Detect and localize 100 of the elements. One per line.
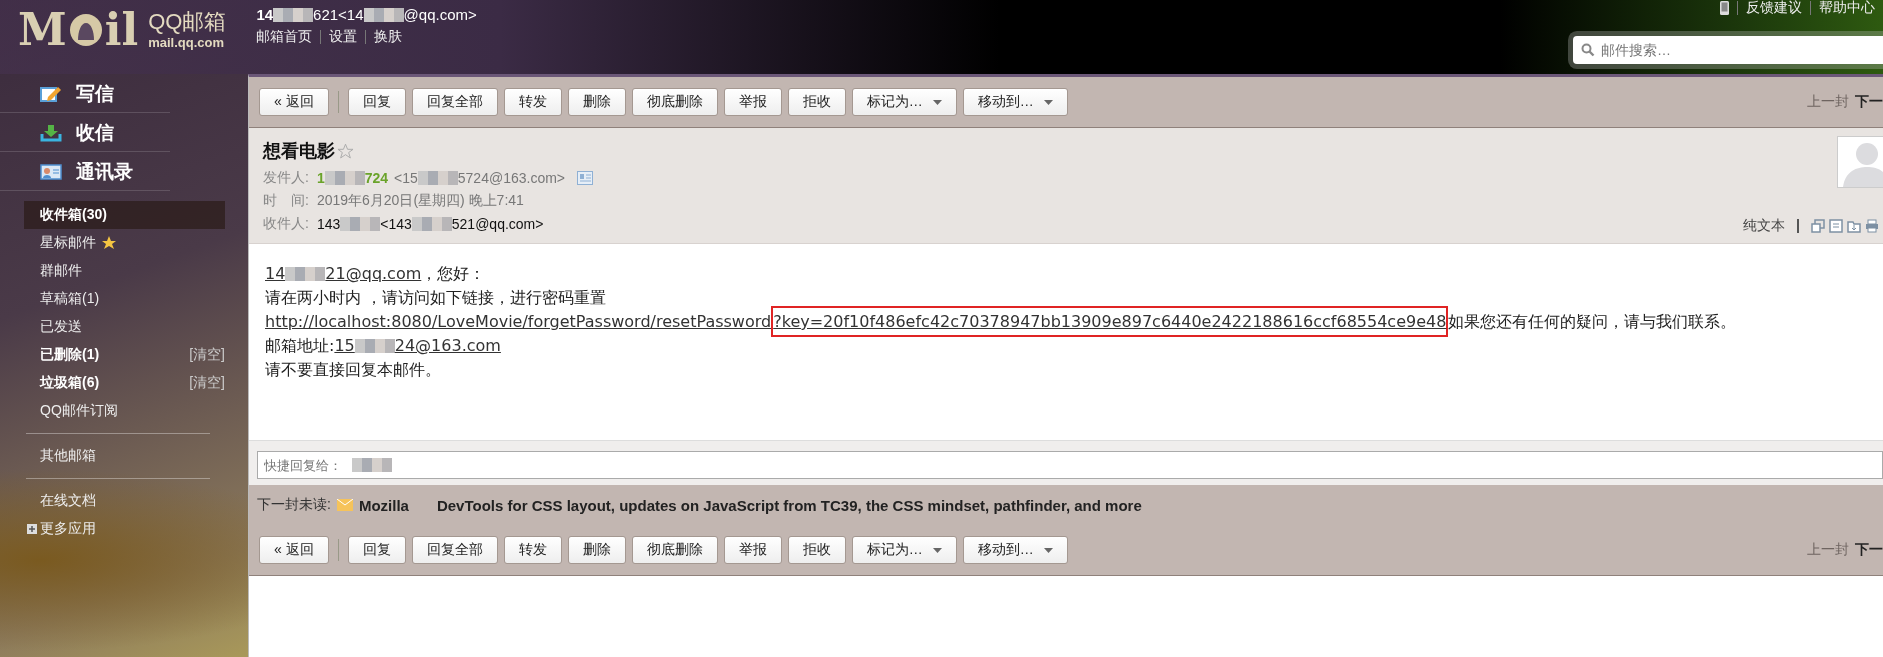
folder-item[interactable]: 其他邮箱 — [0, 442, 225, 470]
app-item[interactable]: 在线文档 — [0, 487, 225, 515]
email-link-text: 24@163.com — [394, 335, 501, 357]
plain-text-link[interactable]: 纯文本 — [1743, 217, 1785, 235]
back-button[interactable]: « 返回 — [259, 536, 329, 564]
clear-link[interactable]: [清空] — [189, 374, 225, 392]
sender-address: <15 — [394, 169, 418, 186]
app-item[interactable]: 更多应用 — [0, 515, 225, 543]
body-text: 请不要直接回复本邮件。 — [265, 359, 441, 381]
email-link[interactable]: 15 24@163.com — [334, 334, 501, 358]
dropdown-button[interactable]: 移动到… — [962, 536, 1068, 564]
toolbar-button[interactable]: 举报 — [723, 536, 782, 564]
toolbar-button[interactable]: 删除 — [567, 536, 626, 564]
body-text: 如果您还有任何的疑问，请与我们联系。 — [1448, 311, 1737, 333]
header-link[interactable]: 邮箱首页 — [256, 28, 313, 46]
recipient-text: <143 — [380, 215, 412, 232]
email-link-text: 14 — [265, 263, 286, 285]
envelope-icon — [336, 499, 353, 511]
redaction-mosaic — [340, 216, 381, 231]
next-link[interactable]: 下一 — [1855, 541, 1883, 559]
dropdown-button[interactable]: 标记为… — [851, 88, 957, 116]
next-subject[interactable]: DevTools for CSS layout, updates on JavaScript from TC39, the CSS mindset, pathfinder, and more — [436, 496, 1142, 514]
back-button[interactable]: « 返回 — [259, 88, 329, 116]
caret-icon — [1043, 547, 1053, 553]
logo-name: QQ邮箱 — [148, 10, 227, 35]
recipient-text: 521@qq.com> — [451, 215, 544, 232]
toolbar-button[interactable]: 拒收 — [787, 536, 846, 564]
recipient-text: 143 — [316, 215, 341, 232]
toolbar-button[interactable]: 拒收 — [787, 88, 846, 116]
search-icon — [1581, 43, 1595, 57]
folder-item[interactable]: 垃圾箱(6) [清空] — [0, 369, 225, 397]
sent-time: 2019年6月20日(星期四) 晚上7:41 — [316, 191, 524, 210]
search-field[interactable]: 邮件搜索… — [1573, 36, 1883, 64]
toolbar-button[interactable]: 彻底删除 — [631, 88, 718, 116]
address-label: 邮箱地址: — [265, 335, 335, 357]
redaction-mosaic — [352, 458, 392, 472]
contact-card-icon — [40, 163, 62, 181]
header-link[interactable]: 换肤 — [374, 28, 403, 46]
dropdown-button[interactable]: 移动到… — [962, 88, 1068, 116]
field-label: 收件人: — [263, 214, 309, 233]
toolbar-button[interactable]: 回复 — [347, 88, 406, 116]
pencil-paper-icon — [40, 85, 62, 103]
field-label: 时 间: — [263, 191, 309, 210]
toolbar-button[interactable]: 回复全部 — [411, 88, 498, 116]
next-sender[interactable]: Mozilla — [358, 496, 409, 514]
sidebar-action[interactable]: 通讯录 — [0, 154, 170, 191]
email-subject: 想看电影 — [263, 140, 335, 163]
next-unread-label: 下一封未读: — [257, 496, 331, 514]
account-text: 621<14 — [313, 6, 364, 23]
folder-item[interactable]: 已删除(1) [清空] — [0, 341, 225, 369]
account-text: @qq.com> — [403, 6, 477, 23]
quick-reply-field[interactable]: 快捷回复给： — [257, 451, 1883, 479]
caret-icon — [932, 99, 942, 105]
sender-name: 1 — [316, 169, 325, 186]
toolbar-button[interactable]: 彻底删除 — [631, 536, 718, 564]
sender-name: 724 — [364, 169, 389, 186]
folder-item[interactable]: QQ邮件订阅 — [0, 397, 225, 425]
header-link[interactable]: 帮助中心 — [1819, 0, 1875, 17]
download-tray-icon — [40, 124, 62, 142]
folder-item[interactable]: 草稿箱(1) — [0, 285, 225, 313]
toolbar-button[interactable]: 回复全部 — [411, 536, 498, 564]
document-icon[interactable] — [1829, 219, 1843, 233]
redaction-mosaic — [411, 216, 452, 231]
download-folder-icon[interactable] — [1847, 219, 1861, 233]
sidebar-action[interactable]: 收信 — [0, 115, 170, 152]
folder-item[interactable]: 群邮件 — [0, 257, 225, 285]
logo-letters: il — [104, 8, 139, 52]
logo-url: mail.qq.com — [148, 34, 225, 50]
toolbar-button[interactable]: 转发 — [503, 536, 562, 564]
star-icon[interactable] — [337, 142, 354, 160]
toolbar-button[interactable]: 回复 — [347, 536, 406, 564]
field-label: 发件人: — [263, 168, 309, 187]
redaction-mosaic — [285, 267, 326, 281]
contact-card-icon[interactable] — [577, 170, 594, 185]
caret-icon — [1043, 99, 1053, 105]
toolbar-button[interactable]: 删除 — [567, 88, 626, 116]
clear-link[interactable]: [清空] — [189, 346, 225, 364]
dropdown-button[interactable]: 标记为… — [851, 536, 957, 564]
header-link[interactable]: 设置 — [329, 28, 358, 46]
toolbar-button[interactable]: 举报 — [723, 88, 782, 116]
next-link[interactable]: 下一 — [1855, 93, 1883, 111]
logo-letters: M — [18, 8, 67, 52]
email-link-text: 15 — [334, 335, 355, 357]
folder-item[interactable]: 星标邮件 — [0, 229, 225, 257]
redaction-mosaic — [324, 170, 365, 185]
email-link-text: 21@qq.com — [325, 263, 422, 285]
new-window-icon[interactable] — [1811, 219, 1825, 233]
redaction-mosaic — [417, 170, 458, 185]
printer-icon[interactable] — [1865, 219, 1879, 233]
folder-item[interactable]: 已发送 — [0, 313, 225, 341]
email-link[interactable]: 14 21@qq.com — [265, 262, 422, 286]
phone-icon — [1720, 1, 1729, 15]
header-link[interactable]: 反馈建议 — [1746, 0, 1802, 17]
caret-icon — [932, 547, 942, 553]
folder-item[interactable]: 收件箱(30) — [24, 201, 225, 229]
sidebar-action[interactable]: 写信 — [0, 76, 170, 113]
toolbar-button[interactable]: 转发 — [503, 88, 562, 116]
greeting-text: ，您好： — [421, 263, 486, 285]
sender-address: 5724@163.com> — [457, 169, 566, 186]
body-text: 请在两小时内 ，请访问如下链接，进行密码重置 — [265, 287, 607, 309]
